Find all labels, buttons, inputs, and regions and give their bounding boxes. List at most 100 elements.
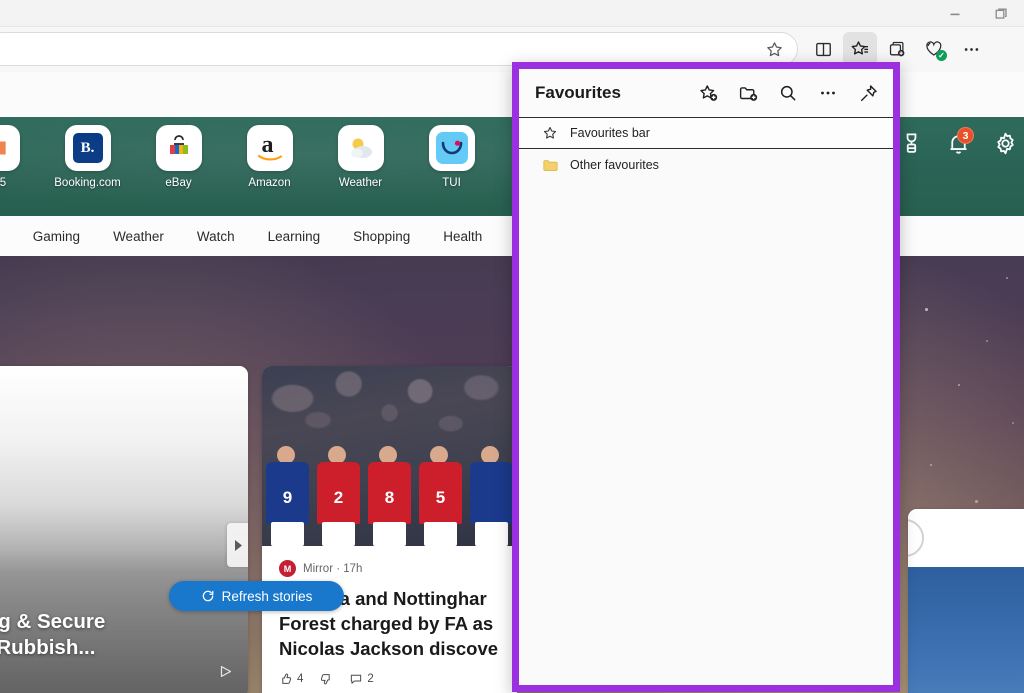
news-card-advert[interactable]: tuff Strong & Secure nt Waste Rubbish... [0, 366, 248, 693]
search-icon [780, 85, 796, 101]
quick-links: 365 B. Booking.com [0, 125, 575, 189]
settings-and-more-button[interactable] [954, 32, 988, 66]
quick-link-tui[interactable]: TUI [419, 125, 484, 189]
page-utility-icons: 3 [896, 127, 1024, 158]
favourites-flyout: Favourites Favourites bar Other favourit… [512, 62, 900, 692]
refresh-icon [201, 589, 215, 603]
quick-link-label: Booking.com [54, 177, 121, 189]
nav-item-learning[interactable]: Learning [268, 229, 321, 244]
favourites-more-options-button[interactable] [813, 78, 843, 108]
star-icon [541, 124, 559, 142]
add-folder-icon [739, 86, 757, 101]
favourites-header: Favourites [519, 69, 893, 117]
favourites-bar-item[interactable]: Favourites bar [519, 117, 893, 149]
news-card-football[interactable]: 9 2 8 5 M Mirror · 17h Chelsea and Notti… [262, 366, 517, 693]
essentials-status-check-icon: ✓ [936, 50, 947, 61]
pin-favourites-button[interactable] [853, 78, 883, 108]
window-controls [932, 0, 1024, 27]
favourite-this-page-button[interactable] [763, 38, 785, 60]
minimize-button[interactable] [932, 0, 978, 27]
office-365-icon [0, 125, 20, 171]
other-favourites-item[interactable]: Other favourites [519, 149, 893, 181]
nav-item-weather[interactable]: Weather [113, 229, 164, 244]
collections-button[interactable] [880, 32, 914, 66]
comment-icon [351, 674, 362, 684]
add-favourite-icon [699, 84, 717, 101]
ellipsis-icon [821, 91, 835, 95]
card-headline-line2: nt Waste Rubbish... [0, 636, 96, 659]
rewards-button[interactable] [896, 128, 926, 158]
pin-icon [860, 84, 877, 101]
weather-icon [337, 125, 384, 171]
like-button[interactable]: 4 [279, 672, 303, 686]
like-count: 4 [297, 673, 304, 685]
quick-link-label: Weather [338, 177, 383, 189]
favourites-title: Favourites [535, 83, 621, 102]
booking-icon: B. [64, 125, 111, 171]
card-headline: tuff Strong & Secure nt Waste Rubbish... [0, 609, 248, 661]
favourites-bar-label: Favourites bar [570, 126, 650, 140]
ebay-icon [155, 125, 202, 171]
nav-item-gaming[interactable]: Gaming [33, 229, 80, 244]
player-number: 9 [282, 488, 293, 507]
notifications-button[interactable]: 3 [943, 127, 974, 158]
news-card-right[interactable] [908, 509, 1024, 693]
nav-item-health[interactable]: Health [443, 229, 482, 244]
favourites-header-actions [693, 78, 883, 108]
thumbs-up-icon [282, 673, 292, 684]
quick-link-label: 365 [0, 177, 7, 189]
folder-icon [541, 156, 559, 174]
players-illustration: 9 2 8 5 [262, 428, 517, 546]
browser-essentials-button[interactable]: ✓ [917, 32, 951, 66]
refresh-stories-button[interactable]: Refresh stories [169, 581, 344, 611]
card-image [908, 567, 1024, 693]
card-headline-line2: Forest charged by FA as [279, 613, 494, 634]
address-bar[interactable] [0, 32, 798, 66]
toolbar-buttons: ✓ [806, 32, 988, 66]
quick-link-label: Amazon [248, 177, 291, 189]
collections-add-icon [889, 41, 904, 56]
split-screen-button[interactable] [806, 32, 840, 66]
player-number: 5 [435, 488, 446, 507]
star-icon [766, 41, 782, 56]
tui-icon [428, 125, 475, 171]
page-settings-button[interactable] [990, 128, 1020, 158]
favourites-star-lines-icon [851, 41, 869, 55]
quick-link-booking[interactable]: B. Booking.com [54, 125, 121, 189]
quick-link-label: TUI [442, 177, 461, 189]
restore-button[interactable] [978, 0, 1024, 27]
player-number: 8 [384, 488, 395, 507]
medal-icon [906, 132, 916, 153]
chevron-right-icon [234, 539, 242, 551]
screen: ✓ 5 B. Booking.com eBay a Amazon Weather… [0, 0, 1024, 693]
favourites-button[interactable] [843, 32, 877, 66]
card-header [908, 509, 1024, 567]
card-source: M Mirror · 17h [279, 560, 503, 577]
other-favourites-label: Other favourites [570, 158, 659, 172]
category-nav-items: ney Gaming Weather Watch Learning Shoppi… [0, 229, 524, 244]
search-favourites-button[interactable] [773, 78, 803, 108]
carousel-next-button[interactable] [227, 523, 248, 567]
source-label: Mirror · 17h [303, 562, 363, 575]
amazon-icon: a [246, 125, 293, 171]
card-avatar-ring [908, 519, 924, 557]
comments-button[interactable]: 2 [349, 672, 374, 686]
thumbs-down-icon [321, 674, 331, 685]
add-folder-button[interactable] [733, 78, 763, 108]
nav-item-watch[interactable]: Watch [197, 229, 235, 244]
card-actions: 4 2 [279, 672, 503, 686]
add-favourite-button[interactable] [693, 78, 723, 108]
favourites-list: Favourites bar Other favourites [519, 117, 893, 685]
source-avatar: M [279, 560, 296, 577]
refresh-stories-label: Refresh stories [221, 588, 313, 604]
quick-link-ebay[interactable]: eBay [146, 125, 211, 189]
nav-item-shopping[interactable]: Shopping [353, 229, 410, 244]
quick-link-label: eBay [165, 177, 192, 189]
dislike-button[interactable] [319, 672, 333, 686]
quick-link-weather[interactable]: Weather [328, 125, 393, 189]
card-image: 9 2 8 5 [262, 366, 517, 546]
quick-link-amazon[interactable]: a Amazon [237, 125, 302, 189]
window-title-bar [0, 0, 1024, 27]
quick-link-365[interactable]: 365 [0, 125, 29, 189]
card-body: M Mirror · 17h Chelsea and Nottinghar Fo… [262, 546, 517, 686]
